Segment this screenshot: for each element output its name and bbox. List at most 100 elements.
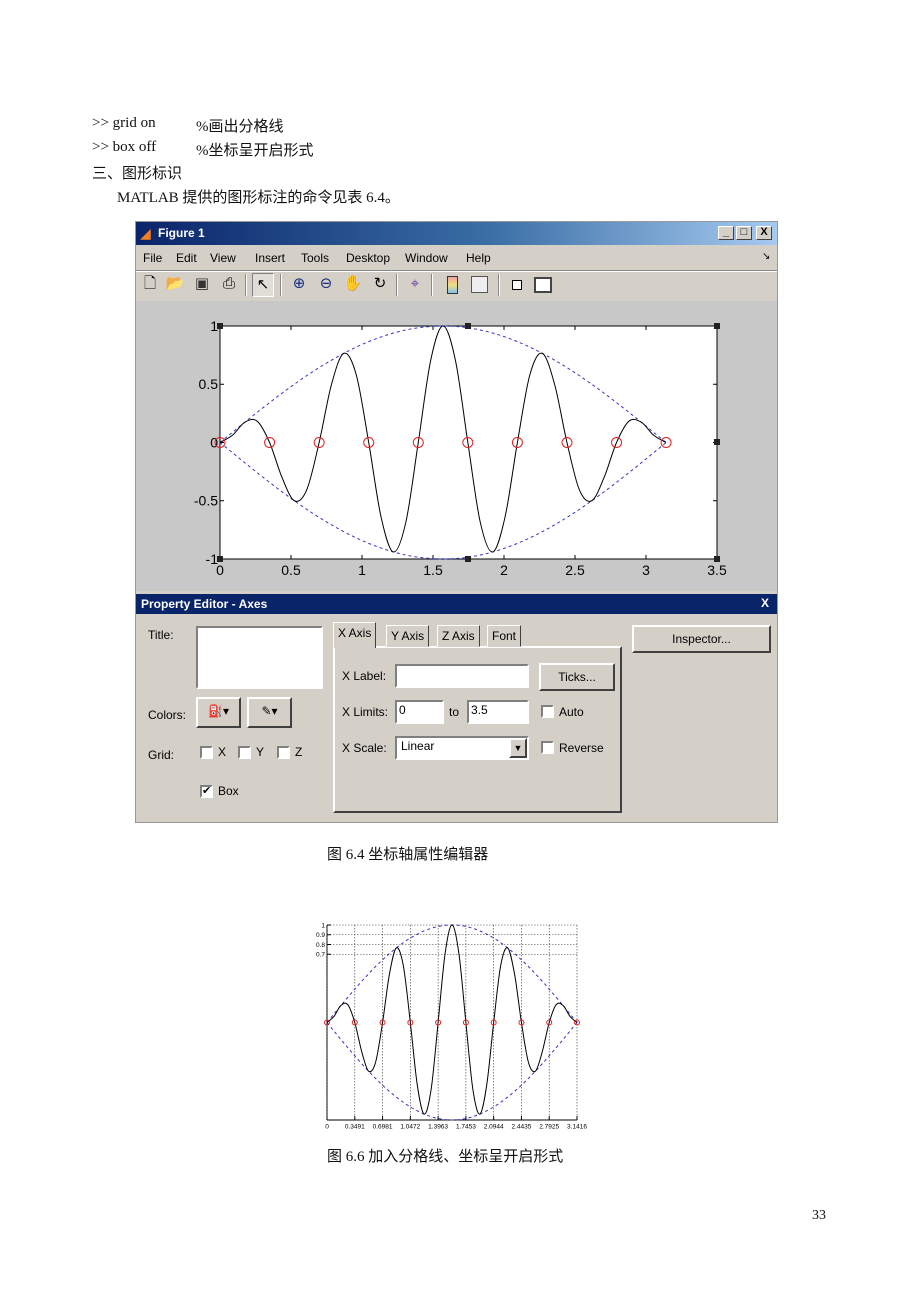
title-input[interactable] xyxy=(196,626,323,689)
envelope-lower-line xyxy=(326,1022,578,1121)
y-tick-label: 0.8 xyxy=(316,942,325,949)
colorbar-icon[interactable] xyxy=(447,276,458,294)
x-min-input[interactable]: 0 xyxy=(395,700,444,724)
close-button[interactable]: X xyxy=(756,226,772,240)
reverse-checkbox[interactable] xyxy=(541,741,554,754)
legend-icon[interactable] xyxy=(471,276,488,293)
chevron-down-icon[interactable]: ▼ xyxy=(509,738,527,758)
reverse-label: Reverse xyxy=(559,741,604,755)
tab-font[interactable]: Font xyxy=(487,625,522,647)
tab-z-axis[interactable]: Z Axis xyxy=(437,625,480,647)
x-tick-label: 1.0472 xyxy=(400,1124,420,1131)
y-tick-label: -1 xyxy=(206,551,219,567)
x-label-input[interactable] xyxy=(395,664,529,688)
open-folder-icon[interactable]: 📂 xyxy=(164,273,186,297)
matlab-logo-icon: ◢ xyxy=(140,225,151,241)
divider xyxy=(136,270,777,272)
title-bar: ◢ Figure 1 _ □ X xyxy=(136,222,777,245)
grid-label: Grid: xyxy=(148,748,175,762)
page-number: 33 xyxy=(812,1208,826,1223)
auto-checkbox[interactable] xyxy=(541,705,554,718)
menu-help[interactable]: Help xyxy=(466,251,491,265)
x-max-input[interactable]: 3.5 xyxy=(467,700,529,724)
x-tick-label: 2 xyxy=(500,562,508,578)
x-tick-label: 0.3491 xyxy=(345,1124,365,1131)
zoom-in-icon[interactable]: ⊕ xyxy=(288,273,310,297)
selection-handle xyxy=(714,439,720,445)
caption-figure-6-6: 图 6.6 加入分格线、坐标呈开启形式 xyxy=(327,1149,564,1165)
rotate-3d-icon[interactable]: ↻ xyxy=(369,273,391,297)
box-checkbox[interactable]: ✔ xyxy=(200,785,213,798)
maximize-button[interactable]: □ xyxy=(736,226,752,240)
section-heading: 三、图形标识 xyxy=(92,166,183,182)
x-label-label: X Label: xyxy=(342,669,387,683)
x-tick-label: 3.1416 xyxy=(567,1124,587,1131)
x-tick-label: 2.0944 xyxy=(484,1124,504,1131)
dock-arrow-icon[interactable]: ↘ xyxy=(762,251,770,262)
x-tick-label: 3 xyxy=(642,562,650,578)
to-label: to xyxy=(449,705,460,719)
face-color-button[interactable]: ⛽▾ xyxy=(196,697,241,728)
menu-tools[interactable]: Tools xyxy=(301,251,329,265)
x-tick-label: 0 xyxy=(325,1124,329,1131)
menu-window[interactable]: Window xyxy=(405,251,448,265)
grid-z-label: Z xyxy=(295,745,303,759)
property-editor-titlebar: Property Editor - Axes X xyxy=(136,594,777,614)
selection-handle xyxy=(714,323,720,329)
axes-plot-figure-1[interactable]: 0 0.5 1 1.5 2 2.5 3 3.5-1-0.500.51 xyxy=(180,310,740,590)
grid-x-label: X xyxy=(218,745,227,759)
envelope-upper-line xyxy=(326,924,578,1023)
x-scale-value: Linear xyxy=(401,739,435,753)
show-plot-tools-icon[interactable] xyxy=(534,277,552,293)
edge-color-button[interactable]: ✎▾ xyxy=(247,697,292,728)
window-title: Figure 1 xyxy=(158,226,205,240)
title-label: Title: xyxy=(148,628,174,642)
paragraph: MATLAB 提供的图形标注的命令见表 6.4。 xyxy=(117,190,400,206)
property-editor-title: Property Editor - Axes xyxy=(141,597,268,611)
grid-z-checkbox[interactable] xyxy=(277,746,290,759)
code-line-box-off: >> box off xyxy=(92,139,157,155)
separator xyxy=(396,274,398,296)
ticks-button[interactable]: Ticks... xyxy=(539,663,615,691)
grid-x-checkbox[interactable] xyxy=(200,746,213,759)
x-scale-select[interactable]: Linear ▼ xyxy=(395,736,529,760)
y-tick-label: 0 xyxy=(210,434,218,450)
y-tick-label: 0.7 xyxy=(316,952,325,959)
x-tick-label: 2.7925 xyxy=(539,1124,559,1131)
comment-box-off: %坐标呈开启形式 xyxy=(196,143,314,159)
separator xyxy=(431,274,433,296)
gridded-plot-figure-6-6: 0 0.3491 0.6981 1.0472 1.3963 1.7453 2.0944 2.4… xyxy=(316,922,587,1131)
grid-y-checkbox[interactable] xyxy=(238,746,251,759)
data-cursor-icon[interactable]: ⌖ xyxy=(404,273,426,297)
selection-handle xyxy=(714,556,720,562)
x-tick-label: 2.4435 xyxy=(512,1124,532,1131)
signal-line xyxy=(326,924,578,1115)
menu-view[interactable]: View xyxy=(210,251,236,265)
axes-box xyxy=(219,325,718,560)
zoom-out-icon[interactable]: ⊖ xyxy=(315,273,337,297)
hide-plot-tools-icon[interactable] xyxy=(512,280,522,290)
caption-figure-6-4: 图 6.4 坐标轴属性编辑器 xyxy=(327,847,489,863)
print-icon[interactable]: ⎙ xyxy=(218,273,240,297)
auto-label: Auto xyxy=(559,705,584,719)
x-tick-label: 1 xyxy=(358,562,366,578)
x-tick-label: 3.5 xyxy=(707,562,727,578)
pan-hand-icon[interactable]: ✋ xyxy=(342,273,364,297)
menu-desktop[interactable]: Desktop xyxy=(346,251,390,265)
property-editor-close-icon[interactable]: X xyxy=(761,596,769,610)
new-file-icon[interactable]: 🗋 xyxy=(139,273,161,297)
selection-handle xyxy=(217,323,223,329)
x-scale-label: X Scale: xyxy=(342,741,387,755)
grid-y-label: Y xyxy=(256,745,265,759)
menu-edit[interactable]: Edit xyxy=(176,251,197,265)
pointer-icon[interactable]: ↖ xyxy=(252,273,274,297)
minimize-button[interactable]: _ xyxy=(718,226,734,240)
x-tick-label: 1.3963 xyxy=(428,1124,448,1131)
comment-grid-on: %画出分格线 xyxy=(196,119,284,135)
tab-x-axis[interactable]: X Axis xyxy=(333,622,377,648)
menu-insert[interactable]: Insert xyxy=(255,251,285,265)
tab-y-axis[interactable]: Y Axis xyxy=(386,625,430,647)
inspector-button[interactable]: Inspector... xyxy=(632,625,771,653)
save-icon[interactable]: ▣ xyxy=(191,273,213,297)
menu-file[interactable]: File xyxy=(143,251,162,265)
